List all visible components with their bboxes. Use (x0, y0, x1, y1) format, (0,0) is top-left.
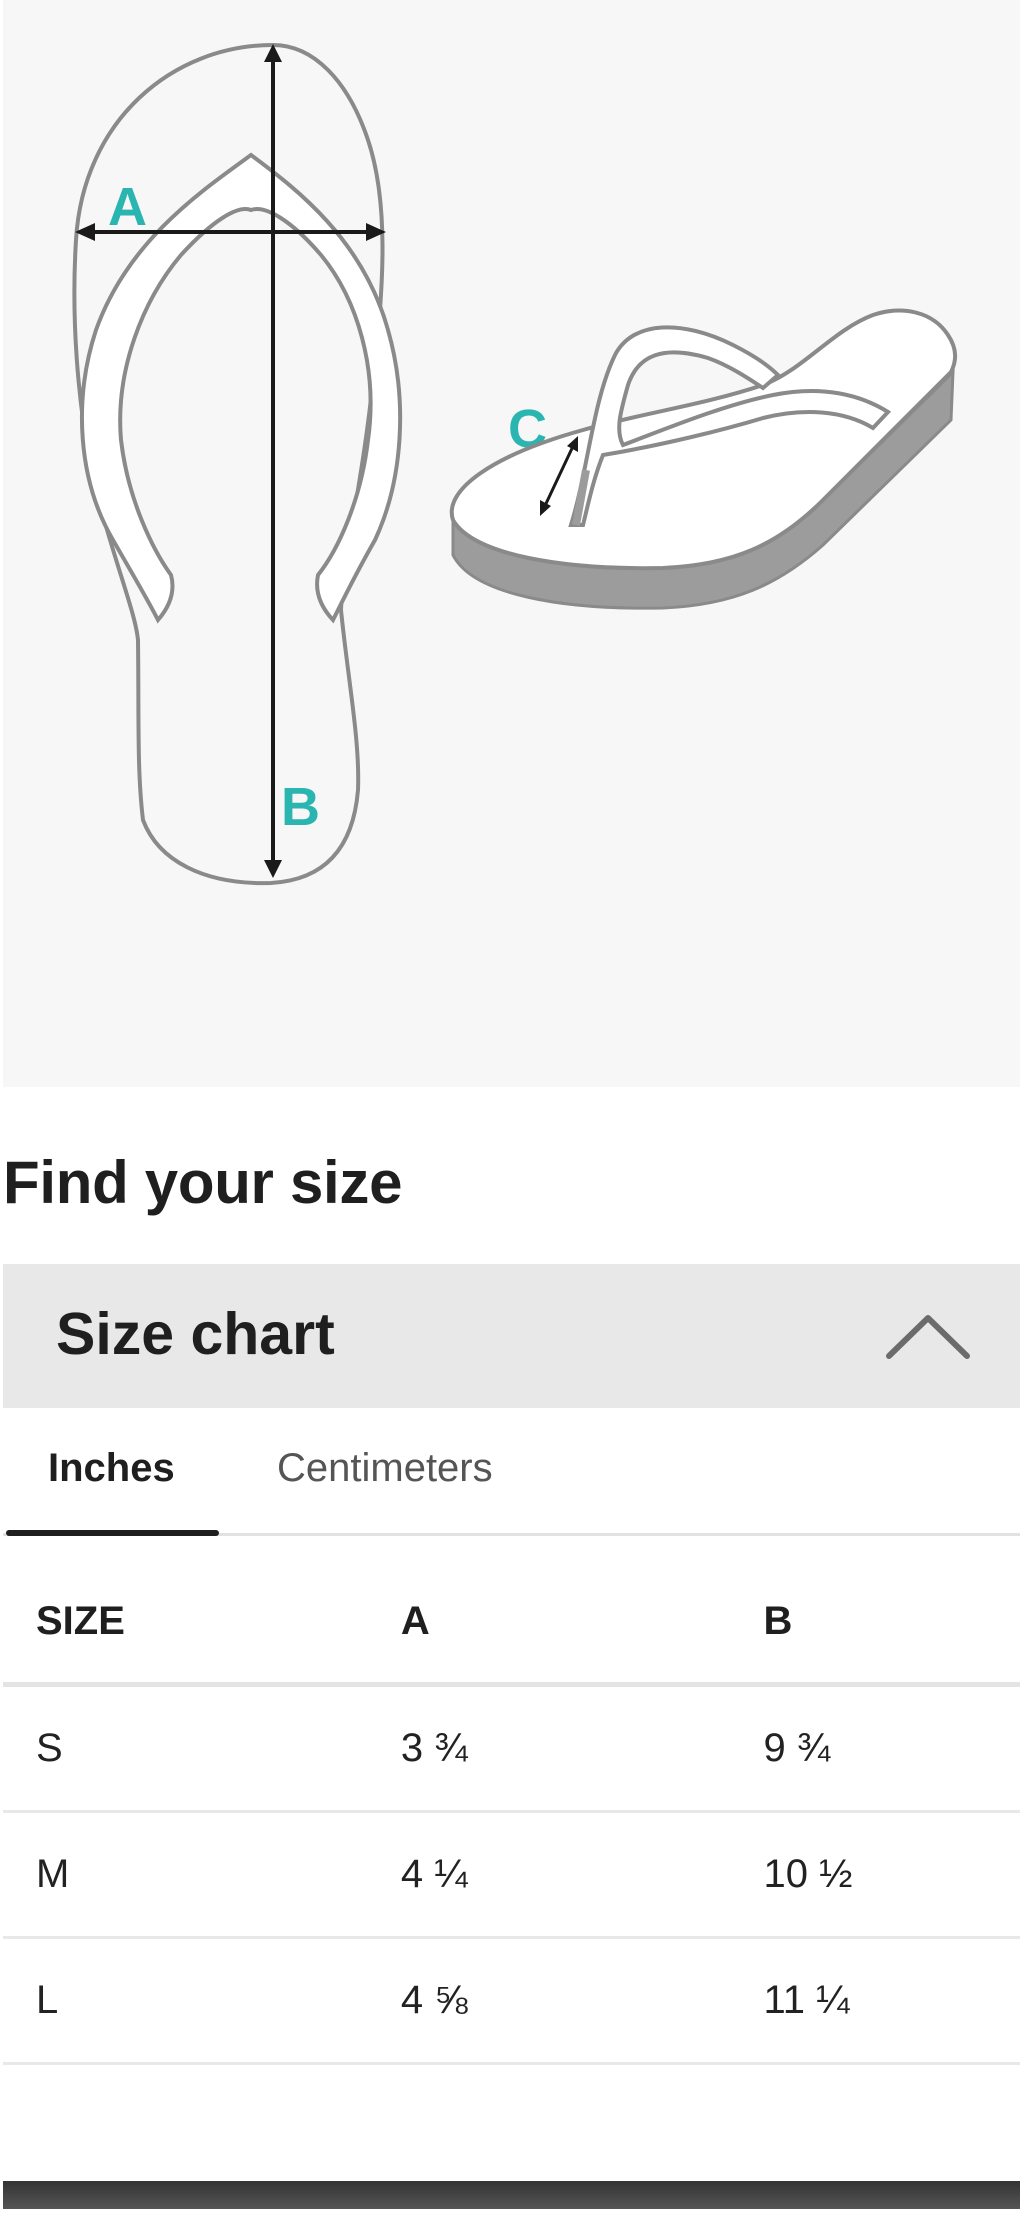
size-chart-title: Size chart (56, 1301, 335, 1367)
tab-centimeters[interactable]: Centimeters (277, 1446, 493, 1491)
label-b: B (281, 777, 320, 837)
size-table: SIZE A B S 3 ¾ 9 ¾ M 4 ¼ 10 ½ L 4 ⅝ 11 ¼ (3, 1560, 1020, 2065)
table-row: S 3 ¾ 9 ¾ (3, 1684, 1020, 1813)
measurement-b-cell: 10 ½ (763, 1811, 1020, 1939)
size-cell: M (3, 1811, 401, 1939)
table-row: M 4 ¼ 10 ½ (3, 1811, 1020, 1939)
active-tab-indicator (6, 1530, 219, 1536)
measurement-a-cell: 4 ⅝ (400, 1937, 764, 2065)
sandal-measurement-diagram: A B C (72, 42, 958, 886)
measurement-a-cell: 3 ¾ (400, 1684, 764, 1813)
column-header-size: SIZE (3, 1560, 401, 1687)
column-header-b: B (763, 1560, 1020, 1687)
measurement-b-cell: 9 ¾ (763, 1684, 1020, 1813)
table-header-row: SIZE A B (3, 1560, 1020, 1687)
tab-inches[interactable]: Inches (48, 1446, 175, 1491)
size-illustration: A B C (3, 0, 1020, 1087)
measurement-a-cell: 4 ¼ (400, 1811, 764, 1939)
chevron-up-icon[interactable] (883, 1306, 973, 1366)
label-a: A (108, 177, 147, 237)
find-your-size-heading: Find your size (3, 1149, 403, 1216)
size-cell: S (3, 1684, 401, 1813)
measurement-b-cell: 11 ¼ (763, 1937, 1020, 2065)
unit-tabs: Inches Centimeters (3, 1408, 1020, 1536)
table-row: L 4 ⅝ 11 ¼ (3, 1937, 1020, 2065)
size-chart-accordion[interactable]: Size chart (3, 1264, 1020, 1408)
size-cell: L (3, 1937, 401, 2065)
bottom-bar (3, 2181, 1020, 2209)
column-header-a: A (400, 1560, 764, 1687)
